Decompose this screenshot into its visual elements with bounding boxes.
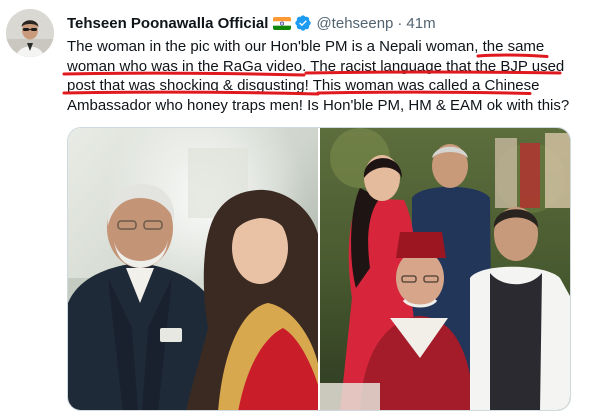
tweet-header: Tehseen Poonawalla Official @tehseenp · … xyxy=(67,13,436,33)
display-name[interactable]: Tehseen Poonawalla Official xyxy=(67,15,268,32)
photo-left-image xyxy=(68,128,318,410)
photo-left[interactable] xyxy=(68,128,318,410)
timestamp[interactable]: 41m xyxy=(406,15,435,32)
text-part-6: This woman was called a Chinese xyxy=(312,77,540,94)
avatar-image xyxy=(6,9,54,57)
tweet-text: The woman in the pic with our Hon'ble PM… xyxy=(67,37,587,115)
separator-dot: · xyxy=(397,14,403,32)
text-part-7: Ambassador who honey traps men! Is Hon'b… xyxy=(67,96,570,114)
india-flag-icon xyxy=(273,16,292,30)
tweet-card[interactable]: Tehseen Poonawalla Official @tehseenp · … xyxy=(0,0,598,416)
handle[interactable]: @tehseenp xyxy=(316,15,393,32)
media-grid[interactable] xyxy=(67,127,571,411)
avatar[interactable] xyxy=(6,9,54,57)
text-part-1: The woman in the pic with our Hon'ble PM… xyxy=(67,38,483,55)
verified-badge-icon xyxy=(294,14,312,32)
photo-right[interactable] xyxy=(320,128,570,410)
photo-right-image xyxy=(320,128,570,410)
